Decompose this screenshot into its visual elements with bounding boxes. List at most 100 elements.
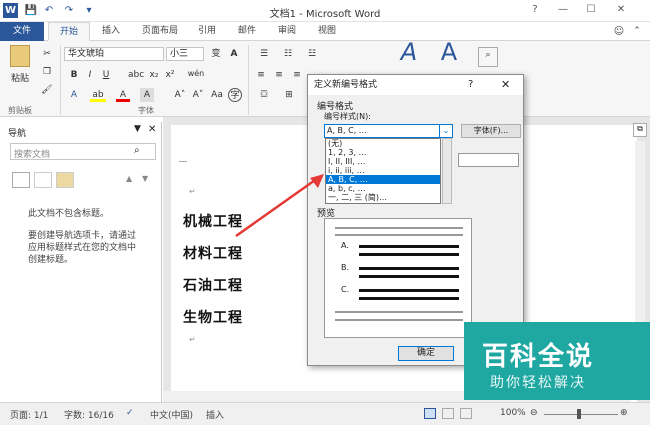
align-left-icon[interactable]: ≡ [254,68,268,82]
ribbon-help-button[interactable]: ? [524,4,546,18]
web-layout-icon[interactable] [460,408,472,419]
char-shading-icon[interactable]: A [140,88,154,102]
clipboard-group-label: 剪贴板 [8,106,32,115]
doc-line[interactable]: 生物工程 [183,307,243,327]
superscript-icon[interactable]: x² [164,68,176,82]
find-icon[interactable]: ⌕ [478,47,498,67]
proofing-icon[interactable]: ✓ [126,408,134,418]
list-option[interactable]: I, II, III, … [326,157,440,166]
ruler-toggle-icon[interactable]: ⧉ [633,123,647,137]
number-style-list[interactable]: (无) 1, 2, 3, … I, II, III, … i, ii, iii,… [325,138,441,204]
enclose-char-icon[interactable]: 字 [228,88,242,102]
cut-icon[interactable]: ✂ [40,47,54,61]
doc-line[interactable]: 机械工程 [183,211,243,231]
subscript-icon[interactable]: x₂ [148,68,160,82]
dialog-close-button[interactable]: ✕ [501,78,510,91]
tab-view[interactable]: 视图 [312,22,342,41]
headings-tab-icon[interactable] [12,172,30,188]
text-effect-icon[interactable]: A [66,88,82,102]
list-option[interactable]: 1, 2, 3, … [326,148,440,157]
print-layout-icon[interactable] [424,408,436,419]
maximize-button[interactable]: ☐ [580,4,602,18]
chevron-down-icon[interactable]: ⌄ [439,125,452,137]
preview-line [359,289,459,292]
phonetic-guide-icon[interactable]: 变 [208,47,224,61]
font-button[interactable]: 字体(F)... [461,124,521,138]
collapse-ribbon-icon[interactable]: ⌃ [630,22,644,41]
paste-button[interactable]: 粘贴 [8,72,32,86]
list-scrollbar[interactable] [442,138,452,204]
preview-line [359,245,459,248]
nav-help-text: 要创建导航选项卡，请通过应用标题样式在您的文档中创建标题。 [28,231,137,265]
grow-font-icon[interactable]: A˄ [172,88,188,102]
language[interactable]: 中文(中国) [150,408,193,421]
format-painter-icon[interactable]: 🖌 [40,83,54,97]
minimize-button[interactable]: — [552,4,574,18]
borders-icon[interactable]: ⊞ [280,88,298,102]
font-size-combo[interactable]: 小三 [166,47,204,61]
numbering-icon[interactable]: ☷ [278,47,298,61]
number-format-input[interactable] [458,153,519,167]
preview-number: B. [341,263,350,272]
ok-button[interactable]: 确定 [398,346,454,361]
strikethrough-icon[interactable]: abc [128,68,144,82]
ribbon-tabs: 文件 开始 插入 页面布局 引用 邮件 审阅 视图 ☺ ⌃ [0,22,650,41]
bullets-icon[interactable]: ☰ [254,47,274,61]
copy-icon[interactable]: ❐ [40,65,54,79]
bold-icon[interactable]: B [68,68,80,82]
shrink-font-icon[interactable]: A˅ [190,88,206,102]
word-count[interactable]: 字数: 16/16 [64,408,114,421]
zoom-out-icon[interactable]: ⊖ [530,408,538,418]
align-center-icon[interactable]: ≡ [272,68,286,82]
nav-menu-icon[interactable]: ▼ [134,124,141,134]
full-screen-icon[interactable] [442,408,454,419]
dialog-title: 定义新编号格式 [308,75,523,95]
zoom-thumb[interactable] [577,409,581,419]
paste-icon[interactable] [10,45,30,67]
zoom-slider[interactable] [544,414,618,415]
number-style-select[interactable]: A, B, C, … [324,124,453,138]
zoom-level[interactable]: 100% [500,408,526,418]
tab-insert[interactable]: 插入 [96,22,126,41]
list-option[interactable]: 一, 二, 三 (简)… [326,193,440,202]
italic-icon[interactable]: I [84,68,96,82]
underline-icon[interactable]: U [100,68,112,82]
list-option[interactable]: i, ii, iii, … [326,166,440,175]
doc-line[interactable]: 材料工程 [183,243,243,263]
nav-close-icon[interactable]: ✕ [148,124,156,135]
tab-home[interactable]: 开始 [48,22,90,41]
tab-file[interactable]: 文件 [0,22,44,41]
multilevel-list-icon[interactable]: ☳ [302,47,322,61]
change-case-icon[interactable]: Aa [210,88,224,102]
pages-tab-icon[interactable] [34,172,52,188]
styles-icon[interactable]: A [396,40,422,73]
results-tab-icon[interactable] [56,172,74,188]
list-option-selected[interactable]: A, B, C, … [326,175,440,184]
dialog-help-button[interactable]: ? [468,79,473,90]
font-name-combo[interactable]: 华文琥珀 [64,47,164,61]
list-option[interactable]: (无) [326,139,440,148]
shading-icon[interactable]: ⛋ [254,88,274,102]
tab-references[interactable]: 引用 [192,22,222,41]
doc-line[interactable]: 石油工程 [183,275,243,295]
clear-format-icon[interactable]: wén [186,67,206,81]
align-right-icon[interactable]: ≡ [290,68,304,82]
font-color-icon[interactable]: A [116,88,130,102]
nav-next-icon[interactable]: ▼ [142,174,148,183]
highlight-icon[interactable]: ab [90,88,106,102]
nav-prev-icon[interactable]: ▲ [126,174,132,183]
font-group-label: 字体 [138,106,154,115]
zoom-in-icon[interactable]: ⊕ [620,408,628,418]
page-count[interactable]: 页面: 1/1 [10,408,48,421]
close-button[interactable]: ✕ [610,4,632,18]
search-icon[interactable]: ⌕ [134,145,140,156]
preview-line [335,319,463,321]
insert-mode[interactable]: 插入 [206,408,224,421]
char-border-icon[interactable]: A [226,47,242,61]
tab-review[interactable]: 审阅 [272,22,302,41]
paragraph-mark: ↵ [189,187,196,196]
tab-mailings[interactable]: 邮件 [232,22,262,41]
list-option[interactable]: a, b, c, … [326,184,440,193]
change-styles-icon[interactable]: A [436,40,462,73]
tab-layout[interactable]: 页面布局 [136,22,184,41]
